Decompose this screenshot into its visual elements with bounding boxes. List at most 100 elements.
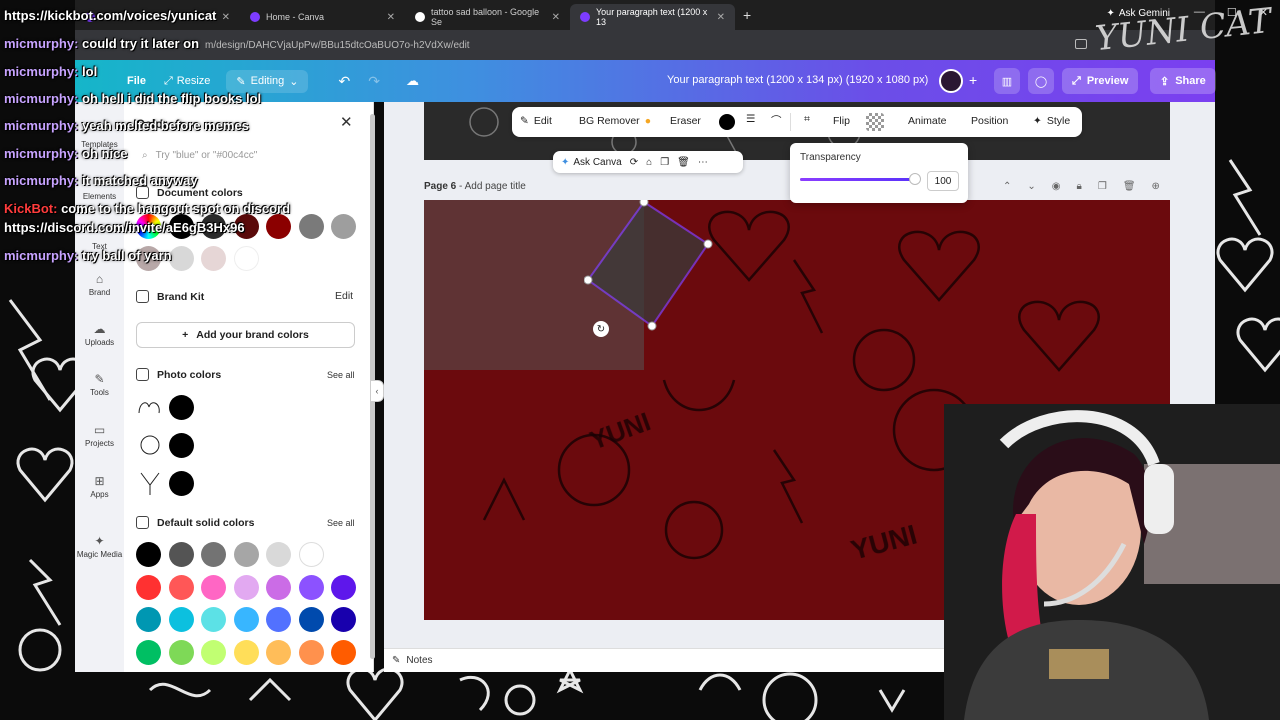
default-color-swatch[interactable] xyxy=(201,639,226,665)
default-colors-see-all[interactable]: See all xyxy=(327,518,355,528)
style-button[interactable]: ✦ Style xyxy=(1033,115,1070,127)
photo-color-swatch[interactable] xyxy=(169,471,194,496)
default-color-swatch[interactable] xyxy=(136,542,161,567)
browser-tab[interactable]: tattoo sad balloon - Google Se ✕ xyxy=(405,4,570,30)
default-color-swatch[interactable] xyxy=(136,574,161,600)
default-color-swatch[interactable] xyxy=(266,607,291,632)
browser-tab[interactable]: Home - Canva ✕ xyxy=(240,4,405,30)
default-color-swatch[interactable] xyxy=(201,607,226,632)
rail-item-projects[interactable]: ▭ Projects xyxy=(75,423,124,448)
rail-item-elements[interactable]: Elements xyxy=(75,192,124,201)
more-options-icon[interactable]: ⋯ xyxy=(698,157,708,168)
rail-item-tools[interactable]: ✎ Tools xyxy=(75,372,124,397)
default-color-swatch[interactable] xyxy=(266,574,291,600)
default-color-swatch[interactable] xyxy=(233,574,259,600)
document-title[interactable]: Your paragraph text (1200 x 134 px) (192… xyxy=(667,74,928,86)
share-button[interactable]: ⇪ Share xyxy=(1150,68,1216,94)
ask-canva-button[interactable]: ✦ Ask Canva xyxy=(561,157,622,168)
chevron-down-icon[interactable]: ⌄ xyxy=(1027,181,1035,192)
edit-image-button[interactable]: ✎ Edit xyxy=(520,115,552,127)
photo-thumbnail[interactable] xyxy=(136,469,164,497)
default-color-swatch[interactable] xyxy=(331,574,356,600)
delete-icon[interactable]: 🗑︎ xyxy=(677,157,690,168)
photo-thumbnail[interactable] xyxy=(136,393,164,421)
undo-icon[interactable]: ↶ xyxy=(338,73,350,90)
crop-icon[interactable]: ⌗ xyxy=(804,113,810,126)
default-color-swatch[interactable] xyxy=(266,542,291,567)
document-color-swatch[interactable] xyxy=(201,246,226,271)
collapse-panel-button[interactable]: ‹ xyxy=(370,380,384,402)
default-color-swatch[interactable] xyxy=(331,639,356,665)
photo-color-swatch[interactable] xyxy=(169,395,194,420)
default-color-swatch[interactable] xyxy=(201,574,226,600)
line-weight-icon[interactable]: ☰ xyxy=(746,113,755,125)
file-menu[interactable]: File xyxy=(127,75,146,87)
transparency-value-input[interactable]: 100 xyxy=(927,171,959,191)
default-color-swatch[interactable] xyxy=(266,639,291,665)
rail-item-magic-media[interactable]: ✦ Magic Media xyxy=(75,534,124,559)
transparency-slider-handle[interactable] xyxy=(909,173,921,185)
chevron-up-icon[interactable]: ⌃ xyxy=(1003,181,1011,192)
close-tab-icon[interactable]: ✕ xyxy=(387,12,395,23)
rotate-handle-icon[interactable]: ↻ xyxy=(593,321,609,337)
address-bar[interactable]: m/design/DAHCVjaUpPw/BBu15dtcOaBUO7o-h2V… xyxy=(75,30,1215,60)
new-tab-button[interactable]: + xyxy=(743,7,751,23)
transparency-slider[interactable] xyxy=(800,173,921,185)
photo-colors-see-all[interactable]: See all xyxy=(327,370,355,380)
default-color-swatch[interactable] xyxy=(331,607,356,632)
default-color-swatch[interactable] xyxy=(168,542,194,567)
delete-page-icon[interactable]: 🗑︎ xyxy=(1123,181,1136,192)
avatar[interactable] xyxy=(939,69,963,93)
insights-icon[interactable]: ▥ xyxy=(994,68,1020,94)
resize-button[interactable]: ⤢ Resize xyxy=(164,75,210,88)
default-color-swatch[interactable] xyxy=(168,639,194,665)
default-color-swatch[interactable] xyxy=(233,542,259,567)
position-button[interactable]: Position xyxy=(971,115,1008,127)
bg-remover-button[interactable]: BG Remover ● xyxy=(579,115,651,127)
close-tab-icon[interactable]: ✕ xyxy=(222,12,230,23)
corner-rounding-icon[interactable]: ⌒ xyxy=(771,113,782,128)
document-color-swatch[interactable] xyxy=(168,246,194,271)
color-search-input[interactable]: ⌕ Try "blue" or "#00c4cc" xyxy=(136,144,354,166)
browser-tab-active[interactable]: Your paragraph text (1200 x 13 ✕ xyxy=(570,4,735,30)
transparency-icon[interactable] xyxy=(866,113,884,131)
comment-icon[interactable]: ◯ xyxy=(1028,68,1054,94)
add-page-icon[interactable]: ⊕ xyxy=(1152,181,1160,192)
rail-item-brand[interactable]: ⌂ Brand xyxy=(75,272,124,297)
default-color-swatch[interactable] xyxy=(298,639,324,665)
rail-item-uploads[interactable]: ☁ Uploads xyxy=(75,322,124,347)
lock-icon[interactable]: ⌂ xyxy=(646,157,652,168)
close-tab-icon[interactable]: ✕ xyxy=(717,12,725,23)
close-icon[interactable]: ✕ xyxy=(340,113,353,131)
redo-icon[interactable]: ↷ xyxy=(368,73,380,90)
refresh-icon[interactable]: ⟳ xyxy=(630,157,638,168)
animate-button[interactable]: Animate xyxy=(908,115,947,127)
default-color-swatch[interactable] xyxy=(233,639,259,665)
duplicate-page-icon[interactable]: ❐ xyxy=(1098,181,1107,192)
rail-item-apps[interactable]: ⊞ Apps xyxy=(75,474,124,499)
default-color-swatch[interactable] xyxy=(168,607,194,632)
document-color-swatch[interactable] xyxy=(233,246,259,271)
editing-mode-button[interactable]: ✎ Editing ⌄ xyxy=(226,69,309,93)
close-tab-icon[interactable]: ✕ xyxy=(552,12,560,23)
cast-icon[interactable] xyxy=(1075,39,1087,49)
flip-button[interactable]: Flip xyxy=(833,115,850,127)
default-color-swatch[interactable] xyxy=(136,639,161,665)
default-color-swatch[interactable] xyxy=(233,607,259,632)
photo-color-swatch[interactable] xyxy=(169,433,194,458)
eraser-button[interactable]: Eraser xyxy=(670,115,701,127)
duplicate-icon[interactable]: ❐ xyxy=(660,157,669,168)
document-color-swatch[interactable] xyxy=(331,214,356,239)
photo-thumbnail[interactable] xyxy=(136,431,164,459)
page-label[interactable]: Page 6 - Add page title xyxy=(424,181,526,192)
document-color-swatch[interactable] xyxy=(266,214,291,239)
color-swatch-button[interactable] xyxy=(719,114,735,130)
preview-button[interactable]: ⤢ Preview xyxy=(1062,68,1139,94)
default-color-swatch[interactable] xyxy=(168,574,194,600)
default-color-swatch[interactable] xyxy=(298,542,324,567)
page-title-input[interactable]: Add page title xyxy=(465,181,526,192)
default-color-swatch[interactable] xyxy=(201,542,226,567)
brand-kit-edit-link[interactable]: Edit xyxy=(335,290,353,302)
default-color-swatch[interactable] xyxy=(136,607,161,632)
cloud-sync-icon[interactable]: ☁ xyxy=(406,73,419,89)
